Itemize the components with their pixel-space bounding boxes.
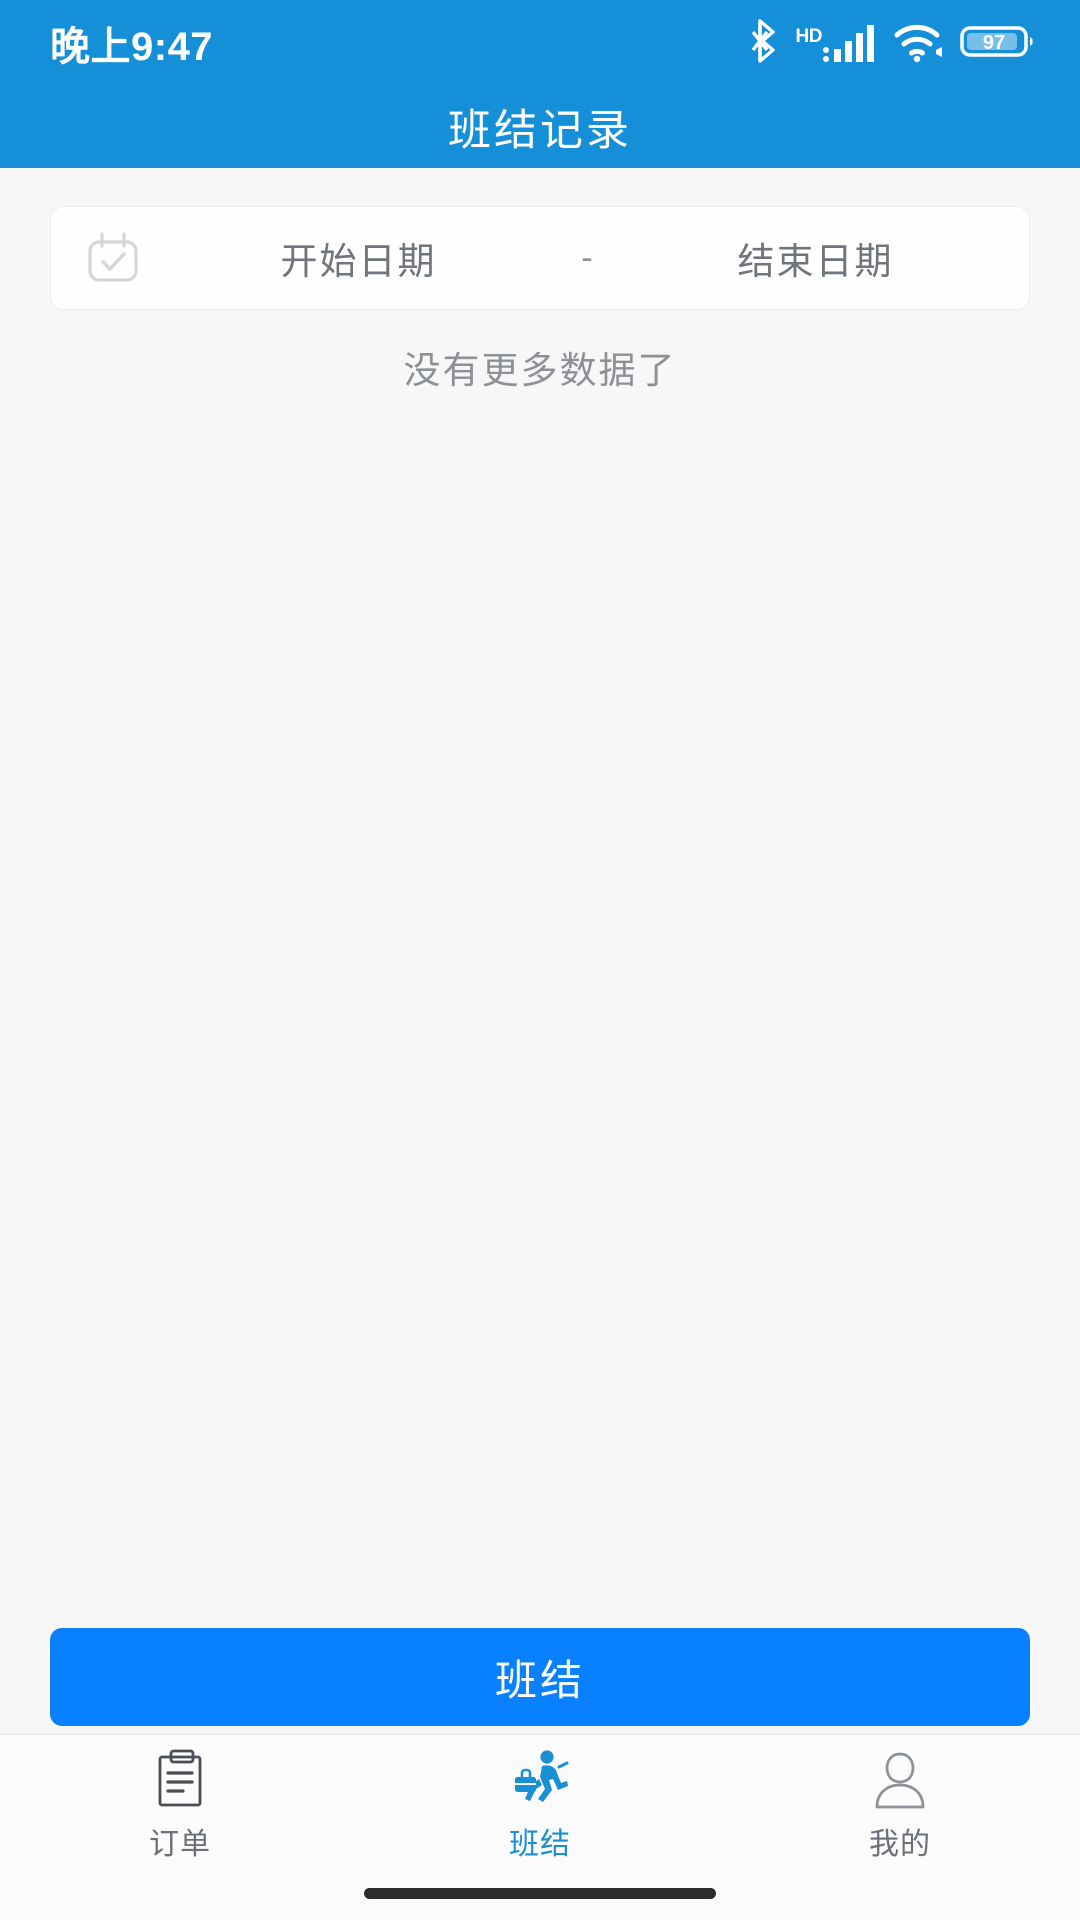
main-content: 开始日期 - 结束日期 没有更多数据了 班结 bbox=[0, 168, 1080, 1734]
battery-icon: 97 bbox=[960, 19, 1036, 68]
date-range-filter[interactable]: 开始日期 - 结束日期 bbox=[50, 206, 1030, 310]
tab-profile-label: 我的 bbox=[869, 1828, 931, 1861]
tab-orders-label: 订单 bbox=[149, 1828, 211, 1861]
tab-profile[interactable]: 我的 bbox=[720, 1749, 1080, 1863]
running-person-icon bbox=[509, 1749, 571, 1811]
end-date-input[interactable]: 结束日期 bbox=[632, 231, 999, 285]
signal-icon bbox=[822, 19, 880, 68]
status-clock: 晚上9:47 bbox=[50, 25, 214, 69]
tab-shift-settlement[interactable]: 班结 bbox=[360, 1749, 720, 1863]
app-header: 晚上9:47 HD 97 班结记录 bbox=[0, 0, 1080, 168]
status-icons: HD 97 bbox=[751, 18, 1036, 68]
page-title: 班结记录 bbox=[448, 107, 632, 155]
signal-group: HD bbox=[794, 19, 880, 68]
date-range-separator: - bbox=[581, 238, 593, 277]
settle-shift-button[interactable]: 班结 bbox=[50, 1628, 1030, 1726]
person-icon bbox=[871, 1749, 929, 1811]
tab-shift-settlement-label: 班结 bbox=[509, 1828, 571, 1861]
home-indicator[interactable] bbox=[364, 1887, 716, 1899]
battery-percent-label: 97 bbox=[983, 32, 1005, 54]
primary-action-container: 班结 bbox=[0, 1628, 1080, 1734]
empty-state-text: 没有更多数据了 bbox=[403, 350, 677, 391]
start-date-input[interactable]: 开始日期 bbox=[175, 231, 542, 285]
tab-orders[interactable]: 订单 bbox=[0, 1749, 360, 1863]
date-fields: 开始日期 - 结束日期 bbox=[175, 231, 1029, 285]
status-bar: 晚上9:47 HD 97 bbox=[0, 0, 1080, 86]
app-root: 晚上9:47 HD 97 班结记录 开始日期 - 结束日期 没有更多数据了 班结… bbox=[0, 0, 1080, 1920]
home-indicator-area bbox=[0, 1866, 1080, 1920]
wifi-icon bbox=[893, 19, 947, 68]
hd-icon: HD bbox=[795, 25, 823, 47]
title-bar: 班结记录 bbox=[0, 86, 1080, 168]
bottom-navigation: 订单 班结 我的 bbox=[0, 1734, 1080, 1866]
bluetooth-icon bbox=[751, 18, 781, 68]
calendar-check-icon bbox=[51, 231, 175, 285]
clipboard-icon bbox=[152, 1749, 208, 1811]
